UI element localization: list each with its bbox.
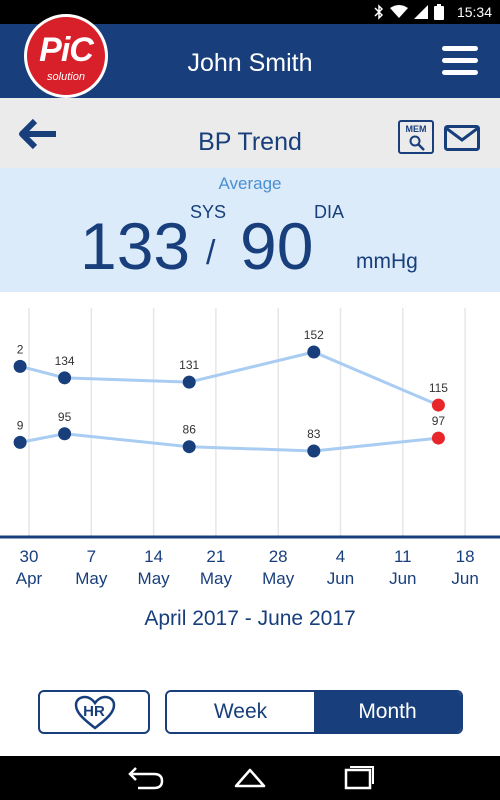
week-toggle-button[interactable]: Week xyxy=(167,692,314,732)
tick-month: May xyxy=(137,569,170,588)
x-tick-label: 4 Jun xyxy=(311,546,371,590)
bp-trend-chart[interactable]: 2 134 131 152 115 9 95 86 83 97 xyxy=(0,292,500,540)
tick-month: Jun xyxy=(389,569,417,588)
pressure-unit: mmHg xyxy=(356,250,418,273)
signal-icon xyxy=(414,5,428,19)
period-toggle: Week Month xyxy=(165,690,463,734)
envelope-icon[interactable] xyxy=(444,125,480,151)
tick-day: 4 xyxy=(335,547,346,566)
memory-button[interactable]: MEM xyxy=(398,120,434,154)
sys-label: SYS xyxy=(190,202,227,222)
data-label: 95 xyxy=(58,410,72,424)
wifi-icon xyxy=(390,5,408,18)
average-panel: Average SYS DIA 133 / 90 mmHg xyxy=(0,168,500,292)
series-line xyxy=(19,350,439,407)
series-line xyxy=(19,432,439,453)
tick-day: 11 xyxy=(393,547,412,566)
x-tick-label: 21 May xyxy=(186,546,246,590)
data-label: 131 xyxy=(179,358,199,372)
recents-nav-icon[interactable] xyxy=(338,764,378,792)
tick-day: 30 xyxy=(19,547,39,566)
magnifier-icon xyxy=(409,135,425,151)
data-point[interactable] xyxy=(182,375,196,389)
clock: 15:34 xyxy=(456,4,492,20)
tick-month: Apr xyxy=(15,569,43,588)
x-tick-label: 14 May xyxy=(124,546,184,590)
data-label: 9 xyxy=(17,418,24,432)
battery-icon xyxy=(434,4,444,20)
memory-label: MEM xyxy=(405,124,427,134)
x-tick-label: 11 Jun xyxy=(373,546,433,590)
date-range: April 2017 - June 2017 xyxy=(144,607,356,630)
data-point[interactable] xyxy=(307,444,321,458)
tick-month: Jun xyxy=(326,569,355,588)
data-label: 2 xyxy=(17,342,24,356)
bluetooth-icon xyxy=(374,4,384,20)
sub-toolbar: BP Trend MEM xyxy=(0,98,500,168)
status-icons xyxy=(374,3,444,21)
tick-month: Jun xyxy=(451,569,479,588)
back-nav-icon[interactable] xyxy=(126,764,166,792)
data-point[interactable] xyxy=(13,435,27,449)
hr-label: HR xyxy=(83,703,105,720)
data-point[interactable] xyxy=(182,440,196,454)
tick-day: 7 xyxy=(86,547,97,566)
tick-day: 28 xyxy=(268,547,288,566)
data-label: 152 xyxy=(304,328,324,342)
tick-month: May xyxy=(262,569,295,588)
data-label: 134 xyxy=(55,354,75,368)
data-point[interactable] xyxy=(58,371,72,385)
x-tick-label: 18 Jun xyxy=(435,546,495,590)
data-point[interactable] xyxy=(58,427,72,441)
dia-label: DIA xyxy=(314,202,345,222)
data-point[interactable] xyxy=(431,398,445,412)
data-label: 83 xyxy=(307,427,321,441)
x-tick-label: 30 Apr xyxy=(0,546,59,590)
sys-average-value: 133 xyxy=(80,209,191,283)
x-axis-labels: 30 Apr 7 May 14 May 21 May 28 May 4 Jun 11 Jun 18 Jun xyxy=(0,540,500,596)
x-tick-label: 28 May xyxy=(248,546,308,590)
x-tick-label: 7 May xyxy=(61,546,121,590)
brand-logo: PiC solution xyxy=(24,14,108,98)
logo-brand: PiC xyxy=(39,31,94,69)
data-label: 86 xyxy=(183,423,197,437)
tick-month: May xyxy=(75,569,108,588)
hamburger-menu-icon[interactable] xyxy=(442,44,480,78)
home-nav-icon[interactable] xyxy=(230,764,270,792)
tick-day: 18 xyxy=(455,547,475,566)
data-point[interactable] xyxy=(307,345,321,359)
month-toggle-button[interactable]: Month xyxy=(314,692,461,732)
average-label: Average xyxy=(218,174,282,193)
navigation-bar xyxy=(0,756,500,800)
data-point[interactable] xyxy=(13,359,27,373)
data-label: 115 xyxy=(429,381,448,395)
dia-average-value: 90 xyxy=(240,209,314,283)
logo-tagline: solution xyxy=(47,71,85,83)
tick-day: 14 xyxy=(144,547,164,566)
data-point[interactable] xyxy=(431,431,445,445)
heart-rate-button[interactable]: HR xyxy=(38,690,150,734)
tick-month: May xyxy=(199,569,232,588)
tick-day: 21 xyxy=(206,547,226,566)
data-label: 97 xyxy=(432,414,446,428)
value-separator: / xyxy=(206,234,216,272)
